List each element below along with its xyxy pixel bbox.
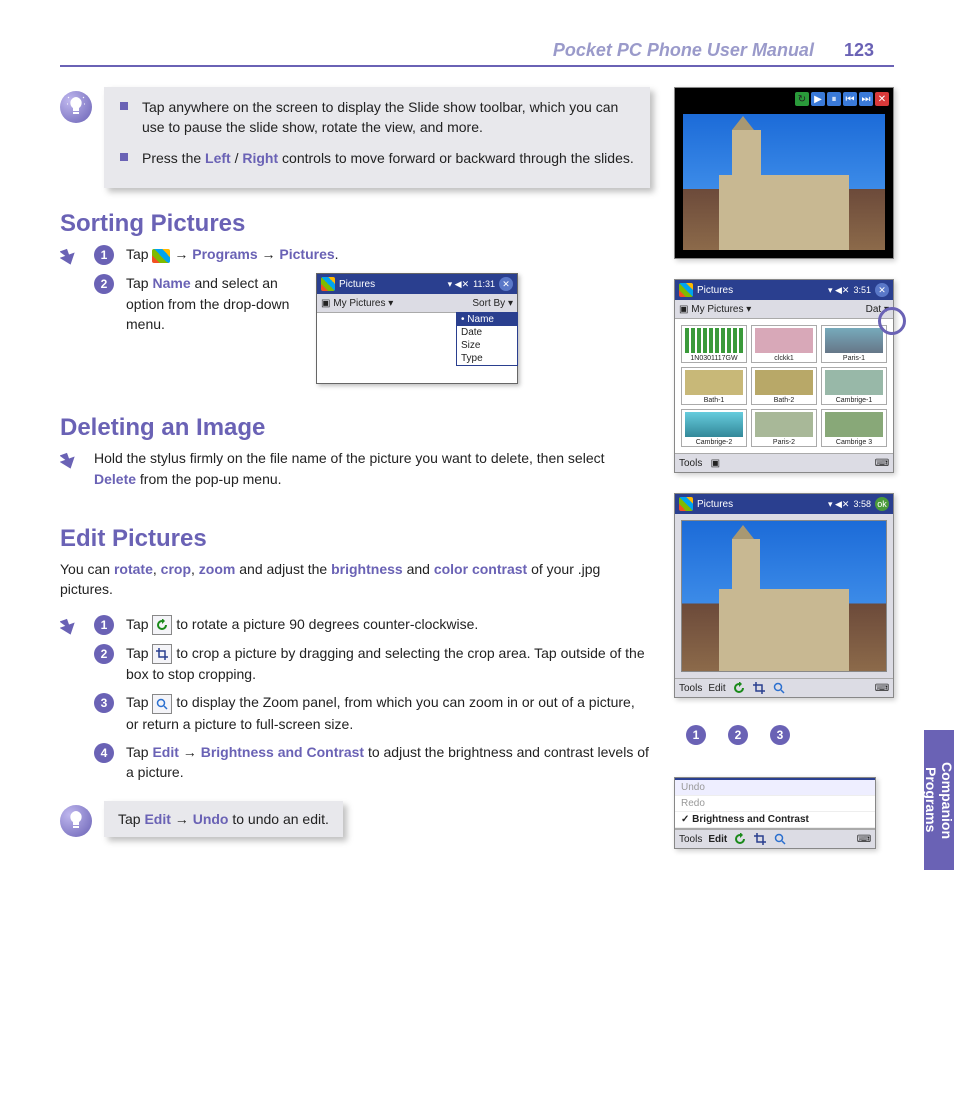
lightbulb-icon xyxy=(60,805,92,837)
sort-option: Type xyxy=(457,352,517,365)
keyboard-icon: ⌨ xyxy=(875,681,889,695)
menu-item-brightness-contrast: Brightness and Contrast xyxy=(675,812,875,828)
callout-number: 3 xyxy=(770,725,790,745)
start-flag-icon xyxy=(679,283,693,297)
editor-callouts: 1 2 3 xyxy=(686,724,894,745)
step-text: Tap Edit → Brightness and Contrast to ad… xyxy=(126,742,650,783)
sort-option: Size xyxy=(457,339,517,352)
thumbnail: Bath-1 xyxy=(681,367,747,405)
tools-menu: Tools xyxy=(679,458,702,469)
rotate-icon: ↻ xyxy=(795,92,809,106)
clock-label: 3:58 xyxy=(853,499,871,509)
folder-dropdown: ▣ My Pictures ▾ xyxy=(321,298,393,309)
step-text: Tap to display the Zoom panel, from whic… xyxy=(126,692,650,734)
deleting-body: Hold the stylus firmly on the file name … xyxy=(94,448,650,489)
thumbnail: Paris-1 xyxy=(821,325,887,363)
start-flag-icon xyxy=(152,245,170,265)
step-number: 2 xyxy=(94,274,114,294)
play-icon: ▶ xyxy=(811,92,825,106)
close-icon: ✕ xyxy=(875,92,889,106)
thumbnail: Bath-2 xyxy=(751,367,817,405)
procedure-arrow-icon xyxy=(60,616,82,638)
step-text: Tap → Programs → Pictures. xyxy=(126,244,650,265)
crop-icon xyxy=(752,681,766,695)
zoom-icon xyxy=(152,694,172,714)
thumbnail: Paris-2 xyxy=(751,409,817,447)
callout-number: 2 xyxy=(728,725,748,745)
header-title: Pocket PC Phone User Manual xyxy=(553,40,814,61)
signal-icon: ▾ ◀✕ xyxy=(828,285,849,296)
callout-ring xyxy=(878,307,906,335)
thumbnail: Cambrige 3 xyxy=(821,409,887,447)
tip-bullet: Press the Left / Right controls to move … xyxy=(118,148,636,168)
step-text: Tap to rotate a picture 90 degrees count… xyxy=(126,614,650,635)
procedure-arrow-icon xyxy=(60,246,82,268)
clock-label: 11:31 xyxy=(473,279,495,289)
keyboard-icon: ⌨ xyxy=(875,456,889,470)
page-number: 123 xyxy=(844,40,874,61)
heading-edit-pictures: Edit Pictures xyxy=(60,525,650,553)
screenshot-pictures-grid: Pictures ▾ ◀✕ 3:51 ✕ ▣ My Pictures ▾ Dat… xyxy=(674,279,894,473)
step-number: 4 xyxy=(94,743,114,763)
zoom-icon xyxy=(773,832,787,846)
thumbnail: 1N0301117GW xyxy=(681,325,747,363)
lightbulb-icon xyxy=(60,91,92,123)
menu-item-undo: Undo xyxy=(675,778,875,796)
signal-icon: ▾ ◀✕ xyxy=(448,279,469,290)
step-text: Tap Name and select an option from the d… xyxy=(126,273,296,334)
sort-by-label: Sort By ▾ xyxy=(472,298,513,309)
rotate-icon xyxy=(733,832,747,846)
slideshow-icon: ▣ xyxy=(708,456,722,470)
callout-number: 1 xyxy=(686,725,706,745)
close-icon: ✕ xyxy=(875,283,889,297)
heading-deleting-image: Deleting an Image xyxy=(60,414,650,442)
tools-menu: Tools xyxy=(679,683,702,694)
zoom-icon xyxy=(772,681,786,695)
tools-menu: Tools xyxy=(679,834,702,845)
app-title: Pictures xyxy=(339,279,375,290)
prev-icon: ⏮ xyxy=(843,92,857,106)
signal-icon: ▾ ◀✕ xyxy=(828,499,849,510)
ok-icon: ok xyxy=(875,497,889,511)
rotate-icon xyxy=(732,681,746,695)
tip-box-slideshow: Tap anywhere on the screen to display th… xyxy=(104,87,650,188)
heading-sorting-pictures: Sorting Pictures xyxy=(60,210,650,238)
section-tab-companion-programs: Companion Programs xyxy=(924,730,954,870)
rotate-icon xyxy=(152,615,172,635)
edit-intro: You can rotate, crop, zoom and adjust th… xyxy=(60,559,650,600)
keyboard-icon: ⌨ xyxy=(857,832,871,846)
next-icon: ⏭ xyxy=(859,92,873,106)
screenshot-sortby-dropdown: Pictures ▾ ◀✕ 11:31 ✕ ▣ My Pictures ▾ So… xyxy=(316,273,518,384)
start-flag-icon xyxy=(321,277,335,291)
start-flag-icon xyxy=(679,497,693,511)
sort-option: Date xyxy=(457,326,517,339)
header-rule xyxy=(60,65,894,67)
sort-option-selected: • Name xyxy=(457,313,517,326)
thumbnail: Cambrige-1 xyxy=(821,367,887,405)
step-number: 1 xyxy=(94,615,114,635)
pause-icon: ⏸ xyxy=(827,92,841,106)
crop-icon xyxy=(753,832,767,846)
folder-dropdown: ▣ My Pictures ▾ xyxy=(679,304,751,315)
screenshot-edit-menu: Undo Redo Brightness and Contrast Tools … xyxy=(674,777,876,849)
screenshot-picture-editor: Pictures ▾ ◀✕ 3:58 ok Tools Edit xyxy=(674,493,894,698)
screenshot-slideshow: ↻ ▶ ⏸ ⏮ ⏭ ✕ xyxy=(674,87,894,259)
menu-item-redo: Redo xyxy=(675,796,875,812)
step-number: 2 xyxy=(94,644,114,664)
app-title: Pictures xyxy=(697,285,733,296)
step-text: Tap to crop a picture by dragging and se… xyxy=(126,643,650,685)
edit-menu: Edit xyxy=(708,834,727,845)
crop-icon xyxy=(152,644,172,664)
step-number: 3 xyxy=(94,693,114,713)
clock-label: 3:51 xyxy=(853,285,871,295)
procedure-arrow-icon xyxy=(60,450,82,472)
tip-bullet: Tap anywhere on the screen to display th… xyxy=(118,97,636,138)
app-title: Pictures xyxy=(697,499,733,510)
close-icon: ✕ xyxy=(499,277,513,291)
thumbnail: Cambrige-2 xyxy=(681,409,747,447)
edit-menu: Edit xyxy=(708,683,725,694)
step-number: 1 xyxy=(94,245,114,265)
tip-box-undo: Tap Edit → Undo to undo an edit. xyxy=(104,801,343,837)
thumbnail: clckk1 xyxy=(751,325,817,363)
